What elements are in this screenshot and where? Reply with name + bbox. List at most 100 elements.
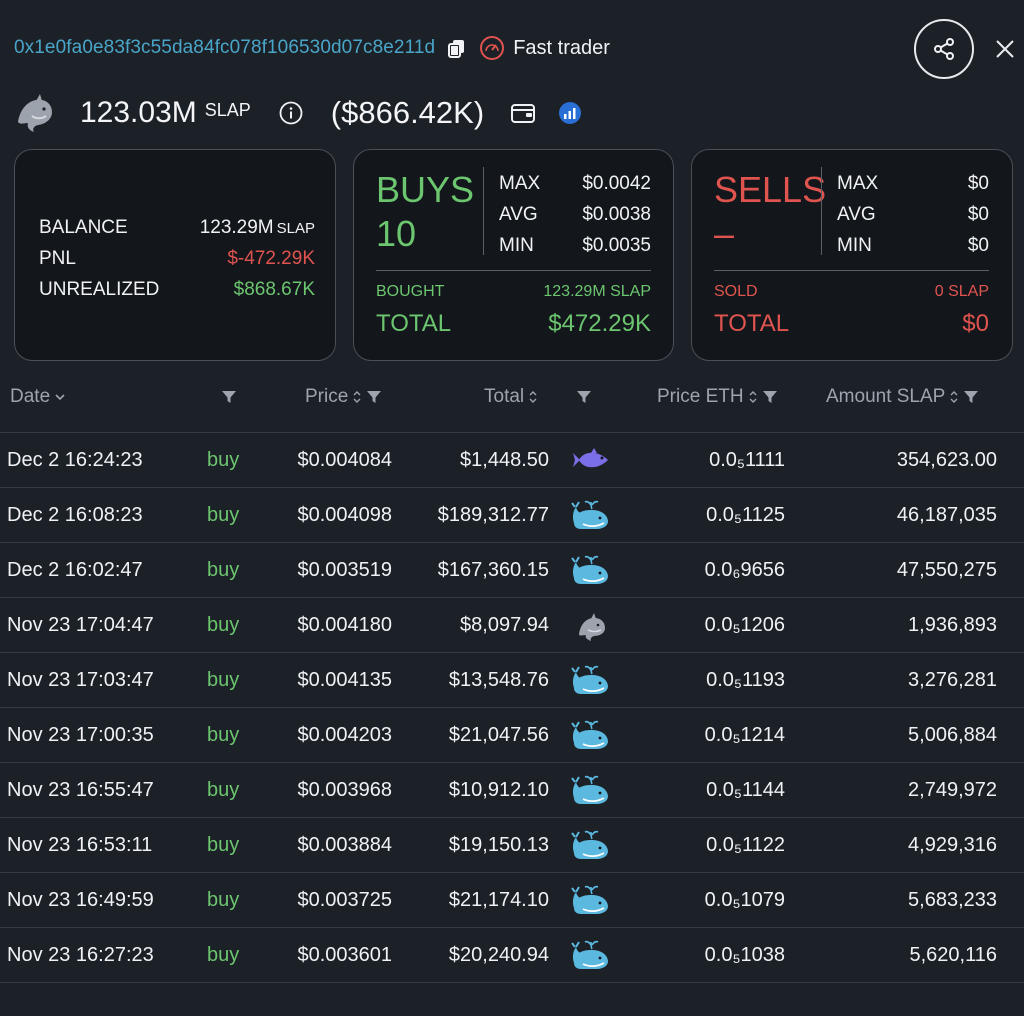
- trade-total: $21,047.56: [448, 724, 549, 746]
- trade-type: buy: [207, 614, 240, 636]
- sells-card: SELLS – MAX $0 AVG $0 MIN $0 SOLD 0 SLAP TO…: [691, 149, 1013, 361]
- filter-icon[interactable]: [963, 390, 979, 404]
- trade-date: Nov 23 17:03:47: [7, 669, 154, 691]
- trade-total: $13,548.76: [448, 669, 549, 691]
- sold-label: SOLD: [714, 283, 758, 300]
- balance-unit: SLAP: [204, 99, 251, 120]
- amount-header-label: Amount SLAP: [826, 386, 946, 407]
- share-icon: [934, 38, 954, 60]
- total-header-label: Total: [484, 386, 525, 407]
- table-row[interactable]: Dec 2 16:08:23 buy $0.004098 $189,312.77 0.0…: [0, 488, 1024, 543]
- type-filter-icon[interactable]: [221, 390, 237, 404]
- trader-badge: Fast trader: [513, 36, 610, 59]
- sells-stats: MAX $0 AVG $0 MIN $0: [837, 168, 989, 261]
- share-button[interactable]: [914, 19, 974, 79]
- table-row[interactable]: Nov 23 16:49:59 buy $0.003725 $21,174.10 0.0…: [0, 873, 1024, 928]
- pnl-label: PNL: [39, 247, 76, 269]
- trade-type: buy: [207, 724, 240, 746]
- whale-icon: [571, 884, 611, 916]
- trade-type: buy: [207, 779, 240, 801]
- speedometer-icon: [480, 36, 505, 60]
- divider: [376, 270, 651, 271]
- pnl-value: $-472.29K: [227, 247, 315, 269]
- table-row[interactable]: Nov 23 17:00:35 buy $0.004203 $21,047.56 0.0…: [0, 708, 1024, 763]
- table-row[interactable]: Nov 23 16:27:23 buy $0.003601 $20,240.94 0.0…: [0, 928, 1024, 983]
- avg-label: AVG: [499, 203, 538, 225]
- trade-amount: 5,006,884: [908, 724, 997, 746]
- trade-date: Nov 23 16:27:23: [7, 944, 154, 966]
- trade-price-eth: 0.0₆9656: [704, 559, 785, 581]
- trade-date: Dec 2 16:08:23: [7, 504, 143, 526]
- table-header: Date Price Total Price ETH Amount SLAP: [0, 378, 1024, 416]
- date-header[interactable]: Date: [10, 386, 66, 408]
- trade-price: $0.003519: [297, 559, 392, 581]
- trade-total: $21,174.10: [448, 889, 549, 911]
- sells-title: SELLS: [714, 169, 827, 210]
- trade-price: $0.004203: [297, 724, 392, 746]
- amount-header[interactable]: Amount SLAP: [826, 386, 979, 408]
- trade-date: Nov 23 16:53:11: [7, 834, 153, 856]
- buys-total-value: $472.29K: [548, 310, 651, 337]
- sells-total-label: TOTAL: [714, 310, 790, 337]
- balance-row: 123.03M SLAP ($866.42K): [14, 90, 582, 136]
- info-icon[interactable]: [279, 101, 303, 125]
- whale-icon: [571, 499, 611, 531]
- max-label: MAX: [837, 172, 879, 194]
- table-row[interactable]: Nov 23 16:53:11 buy $0.003884 $19,150.13 0.0…: [0, 818, 1024, 873]
- trade-type: buy: [207, 834, 240, 856]
- whale-icon: [571, 829, 611, 861]
- copy-icon[interactable]: [447, 38, 467, 58]
- trade-price-eth: 0.0₅1193: [706, 669, 785, 691]
- trade-type: buy: [207, 559, 240, 581]
- unrealized-label: UNREALIZED: [39, 278, 160, 300]
- sort-icon: [529, 391, 537, 403]
- unrealized-value: $868.67K: [233, 278, 315, 300]
- min-label: MIN: [499, 234, 534, 256]
- balance-label: BALANCE: [39, 216, 128, 238]
- sort-icon: [749, 391, 757, 403]
- trader-size-filter-icon[interactable]: [576, 390, 592, 404]
- fish-icon: [571, 444, 611, 476]
- trade-total: $8,097.94: [460, 614, 549, 636]
- trade-amount: 3,276,281: [908, 669, 997, 691]
- table-row[interactable]: Dec 2 16:02:47 buy $0.003519 $167,360.15 0.0…: [0, 543, 1024, 598]
- total-header[interactable]: Total: [484, 386, 538, 408]
- unrealized-row: UNREALIZED $868.67K: [39, 274, 315, 305]
- trade-price: $0.004180: [297, 614, 392, 636]
- divider: [821, 167, 822, 255]
- trade-date: Nov 23 17:00:35: [7, 724, 154, 746]
- wallet-address[interactable]: 0x1e0fa0e83f3c55da84fc078f106530d07c8e21…: [14, 37, 435, 59]
- filter-icon[interactable]: [366, 390, 382, 404]
- trade-date: Dec 2 16:02:47: [7, 559, 143, 581]
- price-header[interactable]: Price: [305, 386, 382, 408]
- table-row[interactable]: Nov 23 16:55:47 buy $0.003968 $10,912.10 0.0…: [0, 763, 1024, 818]
- price-eth-header[interactable]: Price ETH: [657, 386, 778, 408]
- trade-amount: 4,929,316: [908, 834, 997, 856]
- trade-total: $19,150.13: [448, 834, 549, 856]
- min-label: MIN: [837, 234, 872, 256]
- buys-title: BUYS: [376, 169, 475, 210]
- table-row[interactable]: Nov 23 17:03:47 buy $0.004135 $13,548.76 0.0…: [0, 653, 1024, 708]
- trade-price: $0.003725: [297, 889, 392, 911]
- header: 0x1e0fa0e83f3c55da84fc078f106530d07c8e21…: [14, 30, 1014, 66]
- price-header-label: Price: [305, 386, 349, 407]
- buys-card: BUYS 10 MAX $0.0042 AVG $0.0038 MIN $0.0035…: [353, 149, 674, 361]
- trade-amount: 1,936,893: [908, 614, 997, 636]
- max-label: MAX: [499, 172, 541, 194]
- trade-price-eth: 0.0₅1038: [704, 944, 785, 966]
- trade-price: $0.004084: [297, 449, 392, 471]
- balance-value: 123.29M: [199, 216, 274, 238]
- trade-amount: 5,683,233: [908, 889, 997, 911]
- sells-min: $0: [967, 234, 989, 256]
- trade-date: Nov 23 16:49:59: [7, 889, 154, 911]
- whale-icon: [571, 719, 611, 751]
- sells-total-value: $0: [962, 310, 989, 337]
- wallet-icon[interactable]: [510, 102, 536, 124]
- table-row[interactable]: Nov 23 17:04:47 buy $0.004180 $8,097.94 0.0₅…: [0, 598, 1024, 653]
- price-eth-header-label: Price ETH: [657, 386, 744, 407]
- filter-icon[interactable]: [762, 390, 778, 404]
- analytics-icon[interactable]: [558, 101, 582, 125]
- table-row[interactable]: Dec 2 16:24:23 buy $0.004084 $1,448.50 0.0₅1…: [0, 433, 1024, 488]
- close-icon[interactable]: [994, 38, 1016, 60]
- dolphin-icon: [571, 609, 611, 641]
